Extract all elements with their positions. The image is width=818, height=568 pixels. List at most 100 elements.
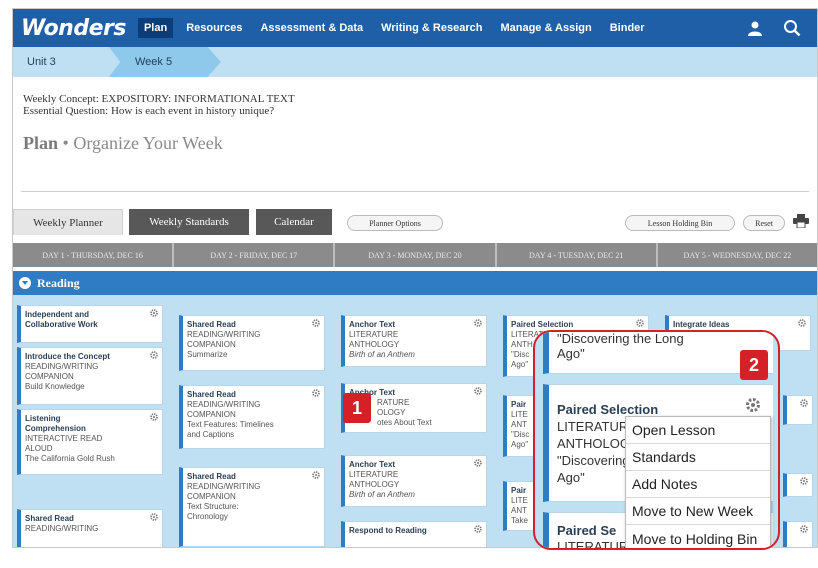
day-header-2: DAY 2 - FRIDAY, DEC 17: [174, 243, 336, 267]
lesson-card[interactable]: [783, 395, 813, 425]
gear-icon[interactable]: [150, 351, 158, 362]
day-header-5: DAY 5 - WEDNESDAY, DEC 22: [683, 250, 792, 260]
lesson-card[interactable]: Listening Comprehension INTERACTIVE READ…: [17, 409, 163, 475]
lesson-card-detail: Birth of an Anthem: [349, 490, 415, 499]
lesson-card-title: Shared Read: [187, 320, 236, 329]
gear-icon[interactable]: [312, 319, 320, 330]
lesson-card-detail-2: Chronology: [187, 512, 228, 521]
reset-button[interactable]: Reset: [743, 215, 785, 231]
printer-icon[interactable]: [793, 214, 809, 233]
page-title-subtitle: Organize Your Week: [73, 133, 223, 153]
gear-icon[interactable]: [312, 389, 320, 400]
nav-assessment-data[interactable]: Assessment & Data: [260, 22, 363, 34]
wonders-logo[interactable]: Wonders: [21, 16, 126, 41]
zoom-card-top-line-2: Ago": [557, 346, 585, 361]
lesson-card-detail: Birth of an Anthem: [349, 350, 415, 359]
nav-plan[interactable]: Plan: [137, 18, 174, 38]
lesson-card-title: Paired Selection: [511, 320, 574, 329]
gear-icon[interactable]: [312, 471, 320, 482]
lesson-card[interactable]: Shared Read READING/WRITING: [17, 509, 163, 547]
collapse-icon[interactable]: [19, 277, 31, 289]
tab-weekly-standards[interactable]: Weekly Standards: [129, 209, 249, 235]
menu-move-to-new-week[interactable]: Move to New Week: [626, 498, 770, 525]
lesson-card-detail-2: and Captions: [187, 430, 235, 439]
gear-icon[interactable]: [798, 319, 806, 330]
zoom-card-top[interactable]: "Discovering the Long Ago": [543, 331, 773, 374]
callout-badge-1: 1: [343, 393, 371, 423]
page-title-section: Plan: [23, 133, 59, 153]
zoom-card-top-line-1: "Discovering the Long: [557, 331, 684, 346]
lesson-card[interactable]: [783, 521, 813, 547]
tab-weekly-planner[interactable]: Weekly Planner: [13, 209, 123, 235]
lesson-card[interactable]: Independent and Collaborative Work: [17, 305, 163, 343]
lesson-card[interactable]: Anchor Text LITERATURE ANTHOLOGY Birth o…: [341, 315, 487, 367]
essential-question: Essential Question: How is each event in…: [23, 105, 275, 117]
gear-icon[interactable]: [474, 525, 482, 536]
gear-icon[interactable]: [150, 513, 158, 524]
menu-open-lesson[interactable]: Open Lesson: [626, 417, 770, 444]
menu-move-to-holding-bin[interactable]: Move to Holding Bin: [626, 525, 770, 548]
lesson-card-source: READING/WRITING: [187, 330, 261, 339]
lesson-card-title: Introduce the Concept: [25, 352, 110, 361]
gear-icon[interactable]: [745, 397, 761, 417]
lesson-card-title: Shared Read: [187, 390, 236, 399]
nav-resources[interactable]: Resources: [186, 22, 242, 34]
divider: [21, 191, 809, 192]
lesson-card-detail: Build Knowledge: [25, 382, 85, 391]
lesson-card-title-2: Collaborative Work: [25, 320, 98, 329]
gear-icon[interactable]: [150, 309, 158, 320]
lesson-card-detail: Summarize: [187, 350, 228, 359]
search-icon[interactable]: [783, 19, 801, 37]
lesson-card-title: Shared Read: [25, 514, 74, 523]
lesson-card-detail: The California Gold Rush: [25, 454, 115, 463]
gear-icon[interactable]: [800, 525, 808, 536]
lesson-card-source-2: COMPANION: [187, 340, 236, 349]
lesson-card[interactable]: Respond to Reading: [341, 521, 487, 547]
lesson-card[interactable]: Anchor Text LITERATURE ANTHOLOGY Birth o…: [341, 455, 487, 507]
lesson-card-title: Integrate Ideas: [673, 320, 730, 329]
day-header-1: DAY 1 - THURSDAY, DEC 16: [13, 243, 175, 267]
nav-binder[interactable]: Binder: [610, 22, 645, 34]
reading-section-label: Reading: [37, 275, 80, 290]
breadcrumb-week[interactable]: Week 5: [109, 47, 221, 77]
lesson-card-source: READING/WRITING: [25, 524, 99, 533]
gear-icon[interactable]: [800, 477, 808, 488]
lesson-card-title: Listening: [25, 414, 61, 423]
page-title: Plan • Organize Your Week: [23, 133, 223, 154]
planner-options-button[interactable]: Planner Options: [347, 215, 443, 231]
user-icon[interactable]: [747, 20, 763, 36]
nav-manage-assign[interactable]: Manage & Assign: [500, 22, 591, 34]
lesson-card[interactable]: Introduce the Concept READING/WRITING CO…: [17, 347, 163, 405]
lesson-card-source: READING/WRITING: [187, 400, 261, 409]
gear-icon[interactable]: [800, 399, 808, 410]
lesson-card[interactable]: Shared Read READING/WRITING COMPANION Te…: [179, 385, 325, 449]
nav-writing-research[interactable]: Writing & Research: [381, 22, 482, 34]
lesson-card[interactable]: Shared Read READING/WRITING COMPANION Su…: [179, 315, 325, 371]
lesson-card-detail: Text Structure:: [187, 502, 239, 511]
lesson-card[interactable]: Shared Read READING/WRITING COMPANION Te…: [179, 467, 325, 547]
lesson-card-source-2: COMPANION: [25, 372, 74, 381]
lesson-holding-bin-button[interactable]: Lesson Holding Bin: [625, 215, 735, 231]
planner-tabs: Weekly Planner Weekly Standards Calendar…: [13, 209, 817, 235]
gear-icon[interactable]: [636, 319, 644, 330]
lesson-card-title: Anchor Text: [349, 460, 396, 469]
gear-icon[interactable]: [150, 413, 158, 424]
breadcrumb-unit[interactable]: Unit 3: [13, 47, 123, 77]
menu-standards[interactable]: Standards: [626, 444, 770, 471]
menu-add-notes[interactable]: Add Notes: [626, 471, 770, 498]
lesson-card-source-2: COMPANION: [187, 410, 236, 419]
gear-icon[interactable]: [474, 319, 482, 330]
reading-section-header[interactable]: Reading: [13, 271, 817, 295]
day-header-3: DAY 3 - MONDAY, DEC 20: [335, 243, 497, 267]
tab-calendar[interactable]: Calendar: [256, 209, 332, 235]
lesson-card-source: READING/WRITING: [187, 482, 261, 491]
lesson-card-title: Independent and: [25, 310, 89, 319]
day-header-4: DAY 4 - TUESDAY, DEC 21: [497, 243, 658, 267]
gear-icon[interactable]: [474, 459, 482, 470]
gear-icon[interactable]: [474, 387, 482, 398]
lesson-context-menu: Open Lesson Standards Add Notes Move to …: [625, 416, 771, 548]
lesson-card[interactable]: [783, 473, 813, 497]
lesson-card-title: Respond to Reading: [349, 526, 427, 535]
lesson-card-detail: Text Features: Timelines: [187, 420, 274, 429]
day-header-row: DAY 1 - THURSDAY, DEC 16 DAY 2 - FRIDAY,…: [13, 243, 817, 267]
